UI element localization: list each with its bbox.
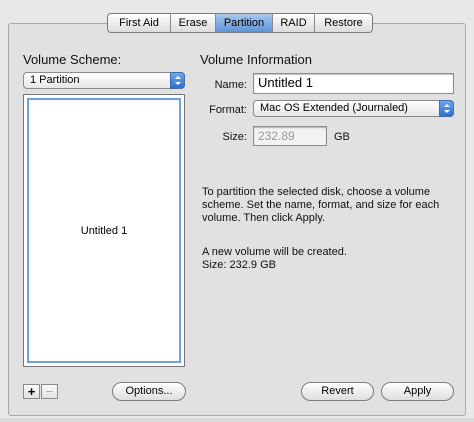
volume-scheme-popup-value: 1 Partition [30,74,80,86]
status-line-1: A new volume will be created. [202,246,347,258]
size-label: Size: [222,131,247,143]
tab-partition[interactable]: Partition [216,14,273,32]
size-field[interactable]: 232.89 [253,126,327,146]
popup-arrows-icon [439,100,454,117]
status-line-2: Size: 232.9 GB [202,259,276,271]
name-label: Name: [214,79,247,91]
tab-erase[interactable]: Erase [171,14,216,32]
popup-arrows-icon [170,72,185,89]
partition-block-label: Untitled 1 [80,224,128,237]
tab-raid[interactable]: RAID [273,14,315,32]
tab-first-aid[interactable]: First Aid [108,14,171,32]
size-unit: GB [334,131,350,143]
add-partition-button[interactable]: + [23,384,40,399]
instructions-text: To partition the selected disk, choose a… [202,186,440,224]
name-field[interactable]: Untitled 1 [253,73,454,94]
options-button[interactable]: Options... [112,382,186,401]
format-popup-value: Mac OS Extended (Journaled) [260,102,408,114]
format-popup[interactable]: Mac OS Extended (Journaled) [253,100,454,117]
volume-scheme-popup[interactable]: 1 Partition [23,72,185,89]
partition-block[interactable]: Untitled 1 [27,98,181,363]
partition-map: Untitled 1 [23,94,185,367]
tab-bar: First Aid Erase Partition RAID Restore [107,13,373,33]
tab-restore[interactable]: Restore [315,14,372,32]
revert-button[interactable]: Revert [301,382,374,401]
volume-information-heading: Volume Information [200,52,313,67]
volume-scheme-heading: Volume Scheme: [23,52,122,67]
format-label: Format: [209,104,247,116]
window-bottom-edge [0,418,474,422]
remove-partition-button[interactable]: − [41,384,58,399]
apply-button[interactable]: Apply [381,382,454,401]
